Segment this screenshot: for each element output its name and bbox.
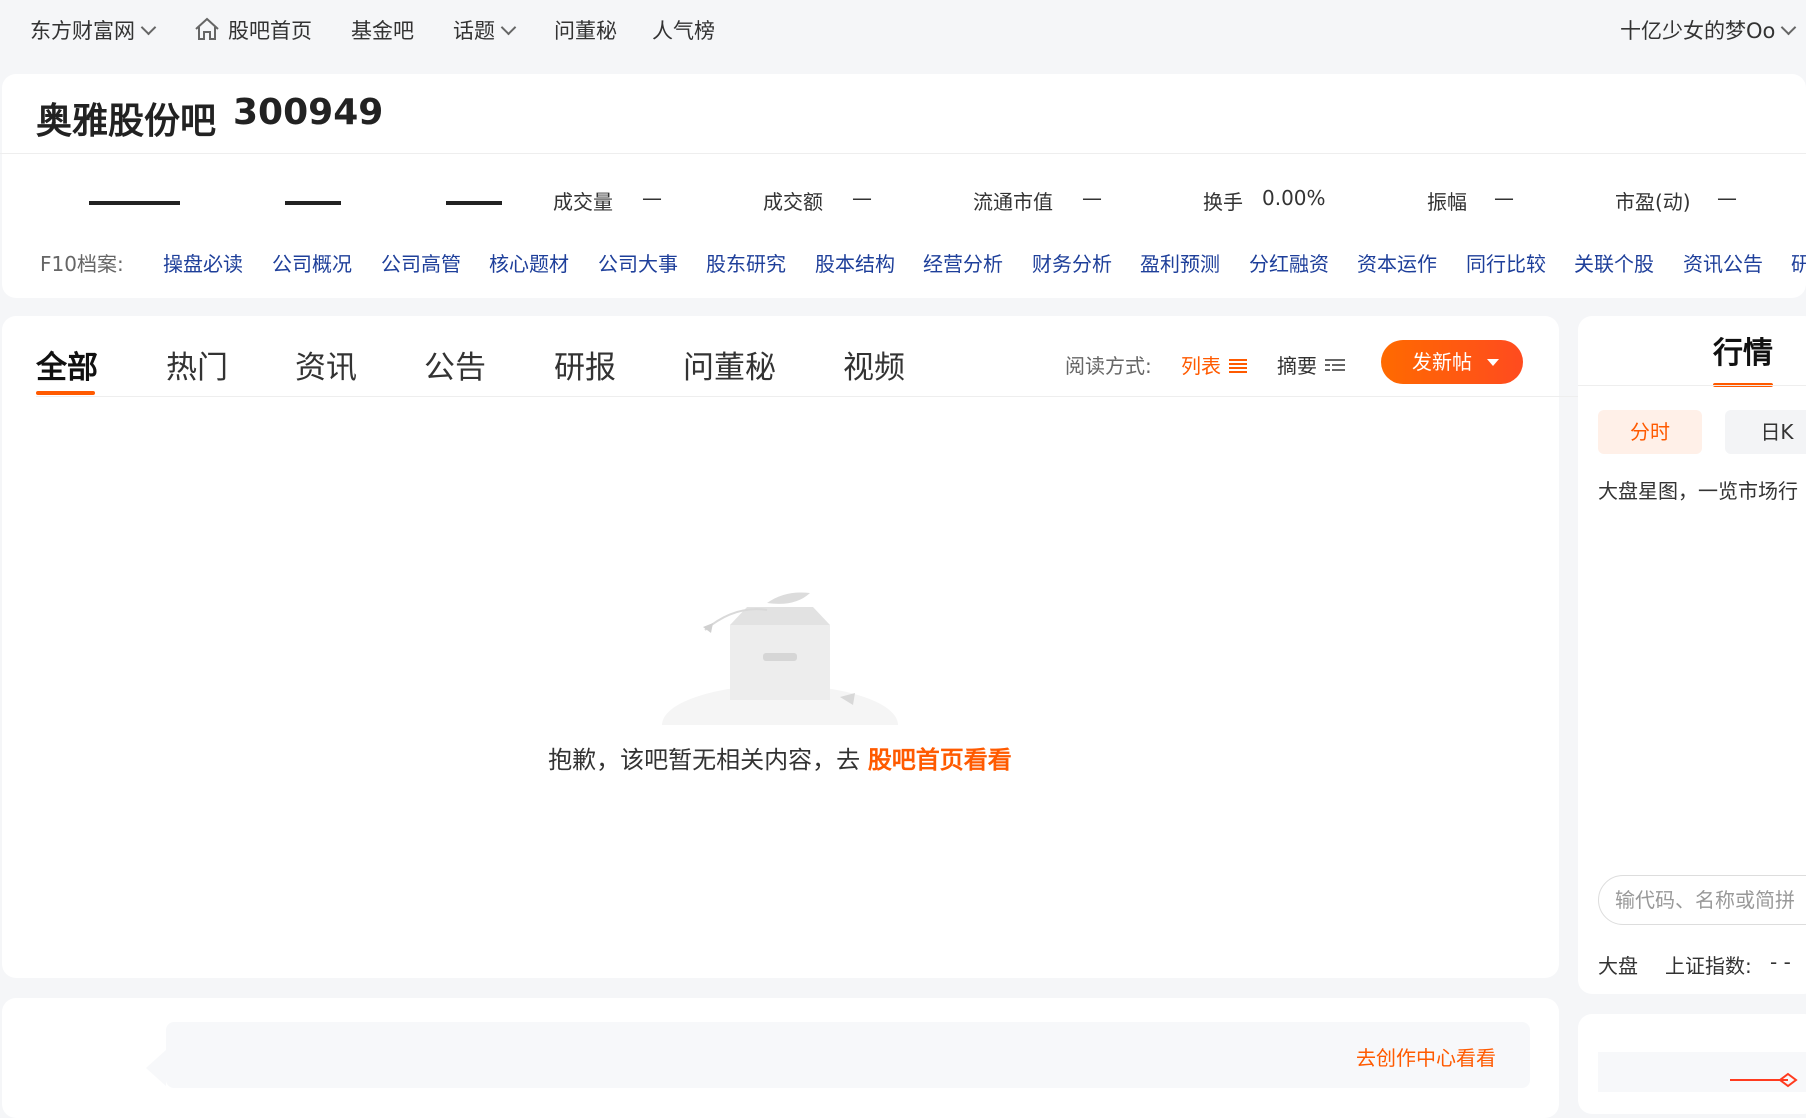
tab-hot[interactable]: 热门 [166,342,228,387]
stock-search-input[interactable]: 输代码、名称或简拼 [1598,875,1806,925]
top-navigation: 东方财富网 股吧首页 基金吧 话题 问董秘 人气榜 十亿少女的梦Oo [0,0,1806,62]
nav-home-label: 股吧首页 [228,19,312,43]
tab-news[interactable]: 资讯 [295,342,357,387]
username: 十亿少女的梦Oo [1620,19,1776,43]
volume-label: 成交量 [553,190,613,214]
amount-value: — [852,186,872,210]
sidebar-promo-banner[interactable] [1598,1052,1806,1092]
caret-down-icon [1487,359,1499,366]
f10-link[interactable]: 资讯公告 [1683,248,1763,277]
read-mode-list[interactable]: 列表 [1181,350,1247,379]
amount-label: 成交额 [763,190,823,214]
nav-fund-link[interactable]: 基金吧 [351,16,414,46]
chevron-down-icon [1781,19,1797,36]
f10-link[interactable]: 股本结构 [815,248,895,277]
creator-bubble-arrow [146,1050,166,1086]
read-mode-summary-label: 摘要 [1277,354,1317,378]
f10-link[interactable]: 公司高管 [381,248,461,277]
tabs-divider [36,396,1784,397]
f10-link[interactable]: 关联个股 [1574,248,1654,277]
read-mode-label: 阅读方式: [1065,354,1152,378]
f10-link[interactable]: 操盘必读 [163,248,243,277]
chevron-down-icon [500,19,517,36]
market-label: 大盘 [1598,954,1638,978]
f10-link[interactable]: 资本运作 [1357,248,1437,277]
user-menu[interactable]: 十亿少女的梦Oo [1620,16,1797,46]
tab-announcements[interactable]: 公告 [424,342,486,387]
amplitude-value: — [1494,186,1514,210]
pe-label: 市盈(动) [1615,190,1691,214]
promo-arrow-icon [1730,1072,1798,1088]
new-post-button[interactable]: 发新帖 [1381,340,1523,384]
list-icon [1229,358,1247,373]
nav-site-label: 东方财富网 [30,19,135,43]
pe-value: — [1717,186,1737,210]
f10-link[interactable]: 研 [1791,248,1806,277]
empty-state-message: 抱歉，该吧暂无相关内容，去 股吧首页看看 [0,740,1560,775]
market-sidebar-title: 行情 [1713,336,1773,371]
active-tab-indicator [36,391,95,395]
empty-box-icon [662,592,898,725]
market-map-description: 大盘星图，一览市场行 [1598,479,1798,503]
nav-popularity-link[interactable]: 人气榜 [652,16,715,46]
sidebar-divider [1578,385,1806,386]
f10-link[interactable]: 公司概况 [272,248,352,277]
f10-link[interactable]: 同行比较 [1466,248,1546,277]
market-cap-value: — [1082,186,1102,210]
tab-all[interactable]: 全部 [36,342,98,387]
stock-code: 300949 [233,92,384,133]
tab-video[interactable]: 视频 [843,342,905,387]
tab-intraday[interactable]: 分时 [1598,410,1702,454]
amplitude-label: 振幅 [1427,190,1467,214]
creator-bubble [166,1022,1530,1088]
change-placeholder [285,201,341,205]
f10-link[interactable]: 盈利预测 [1140,248,1220,277]
new-post-label: 发新帖 [1412,350,1472,374]
f10-link[interactable]: 财务分析 [1032,248,1112,277]
f10-link[interactable]: 核心题材 [489,248,569,277]
change-percent-placeholder [446,201,502,205]
shanghai-index-value: - - [1770,950,1791,974]
f10-label: F10档案: [40,252,124,276]
nav-topics-menu[interactable]: 话题 [453,16,517,46]
market-cap-label: 流通市值 [973,190,1053,214]
chevron-down-icon [140,19,157,36]
tab-research[interactable]: 研报 [554,342,616,387]
f10-link[interactable]: 经营分析 [923,248,1003,277]
header-divider [0,153,1806,154]
turnover-label: 换手 [1203,190,1243,214]
nav-home-link[interactable]: 股吧首页 [194,16,312,46]
f10-link[interactable]: 分红融资 [1249,248,1329,277]
home-icon [195,17,219,40]
f10-link[interactable]: 公司大事 [598,248,678,277]
empty-state-text: 抱歉，该吧暂无相关内容，去 [548,746,868,774]
read-mode-list-label: 列表 [1181,354,1221,378]
empty-state-link[interactable]: 股吧首页看看 [868,746,1012,774]
tab-daily-k[interactable]: 日K [1725,410,1806,454]
f10-link[interactable]: 股东研究 [706,248,786,277]
nav-topics-label: 话题 [453,19,495,43]
price-placeholder [89,201,180,205]
volume-value: — [642,186,662,210]
shanghai-index-label: 上证指数: [1665,954,1752,978]
turnover-value: 0.00% [1262,186,1326,210]
nav-site-menu[interactable]: 东方财富网 [30,16,157,46]
creator-center-link[interactable]: 去创作中心看看 [1356,1042,1496,1071]
summary-icon [1325,358,1345,371]
read-mode-summary[interactable]: 摘要 [1277,350,1345,379]
nav-secretary-link[interactable]: 问董秘 [554,16,617,46]
stock-bar-name: 奥雅股份吧 [36,101,217,142]
tab-secretary[interactable]: 问董秘 [683,342,776,387]
